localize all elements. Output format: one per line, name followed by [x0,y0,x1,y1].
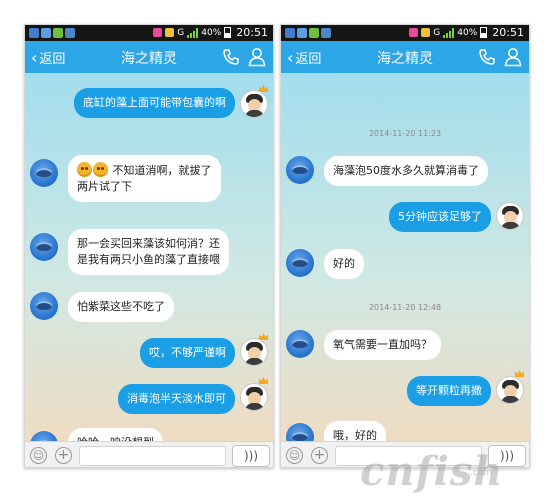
message-bubble-incoming[interactable]: 那一会买回来藻该如何消？还 是我有两只小鱼的藻了直接喂 [68,229,229,275]
smiley-icon[interactable]: ☺ [286,447,303,464]
sim-icon [165,28,175,37]
message-bubble-incoming[interactable]: 怕紫菜这些不吃了 [68,292,174,322]
signal-icon [187,27,199,38]
app-notification-icon [29,28,39,38]
title-bar: ‹ 返回 海之精灵 [25,41,273,73]
timestamp: 2014-11-20 12:48 [368,303,442,312]
phone-icon[interactable] [478,48,496,70]
voice-button[interactable]: ))) [232,445,270,467]
message-bubble-outgoing[interactable]: 哎，不够严谨啊 [140,338,235,368]
message-bubble-incoming[interactable]: 氧气需要一直加吗？ [324,330,441,360]
voice-wave-icon: ))) [243,449,259,463]
message-bubble-outgoing[interactable]: 5分钟应该足够了 [389,202,491,232]
avatar[interactable] [240,90,268,118]
app-notification-icon [297,28,307,38]
app-notification-icon [309,28,319,38]
message-text: 是我有两只小鱼的藻了直接喂 [77,253,220,266]
app-notification-icon [41,28,51,38]
battery-icon [224,27,232,38]
plus-icon[interactable]: + [55,447,72,464]
app-notification-icon [65,28,75,38]
vip-badge-icon [259,377,268,384]
phone-icon[interactable] [222,48,240,70]
signal-icon [443,27,455,38]
smiley-icon[interactable]: ☺ [30,447,47,464]
message-text: 两片试了下 [77,180,132,193]
timestamp: 2014-11-20 11:23 [368,129,442,138]
message-list[interactable]: 2014-11-20 11:23 海藻泡50度水多久就算消毒了 5分钟应该足够了… [281,73,529,451]
title-bar: ‹ 返回 海之精灵 [281,41,529,73]
message-bubble-incoming[interactable]: 不知道消啊，就拔了 两片试了下 [68,155,221,202]
battery-percent: 40% [201,27,222,38]
network-label: G [433,27,441,38]
network-label: G [177,27,185,38]
c-app-icon [409,28,419,37]
message-input[interactable] [79,446,226,466]
app-notification-icon [321,28,331,38]
c-app-icon [153,28,163,37]
message-text: 海藻泡50度水多久就算消毒了 [333,164,479,177]
message-bubble-outgoing[interactable]: 底缸的藻上面可能带包囊的啊 [74,88,235,118]
clock: 20:51 [236,26,268,39]
avatar[interactable] [286,249,314,277]
message-text: 好的 [333,257,355,270]
message-text: 不知道消啊，就拔了 [112,164,212,177]
message-text: 底缸的藻上面可能带包囊的啊 [83,96,226,109]
emoji-icon [93,162,108,177]
person-icon[interactable] [248,47,266,71]
avatar[interactable] [286,330,314,358]
message-text: 怕紫菜这些不吃了 [77,300,165,313]
watermark-domain: .com [470,468,493,478]
left-chat-screen: G 40% 20:51 ‹ 返回 海之精灵 底缸的藻上面可能带包囊的啊 不知道消… [24,24,274,468]
avatar[interactable] [240,383,268,411]
message-bubble-outgoing[interactable]: 等开颗粒再撒 [407,376,491,406]
message-text: 等开颗粒再撒 [416,384,482,397]
emoji-icon [77,162,92,177]
message-text: 氧气需要一直加吗？ [333,338,432,351]
status-bar: G 40% 20:51 [281,25,529,41]
message-text: 哎，不够严谨啊 [149,346,226,359]
avatar[interactable] [30,292,58,320]
notification-icons [29,28,75,38]
avatar[interactable] [496,376,524,404]
message-bubble-outgoing[interactable]: 消毒泡半天淡水即可 [118,384,235,414]
plus-icon[interactable]: + [311,447,328,464]
message-list[interactable]: 底缸的藻上面可能带包囊的啊 不知道消啊，就拔了 两片试了下 那一会买回来藻该如何… [25,73,273,459]
clock: 20:51 [492,26,524,39]
message-text: 消毒泡半天淡水即可 [127,392,226,405]
vip-badge-icon [515,370,524,377]
app-notification-icon [53,28,63,38]
app-notification-icon [285,28,295,38]
sim-icon [421,28,431,37]
message-bubble-incoming[interactable]: 好的 [324,249,364,279]
notification-icons [285,28,331,38]
avatar[interactable] [240,338,268,366]
avatar[interactable] [30,233,58,261]
avatar[interactable] [286,156,314,184]
message-bubble-incoming[interactable]: 海藻泡50度水多久就算消毒了 [324,156,488,186]
message-text: 5分钟应该足够了 [398,210,482,223]
avatar[interactable] [496,202,524,230]
right-chat-screen: G 40% 20:51 ‹ 返回 海之精灵 2014-11-20 11:23 海… [280,24,530,468]
message-text: 那一会买回来藻该如何消？还 [77,237,220,250]
battery-icon [480,27,488,38]
input-bar: ☺ + ))) [25,441,273,467]
person-icon[interactable] [504,47,522,71]
battery-percent: 40% [457,27,478,38]
status-bar: G 40% 20:51 [25,25,273,41]
avatar[interactable] [30,159,58,187]
